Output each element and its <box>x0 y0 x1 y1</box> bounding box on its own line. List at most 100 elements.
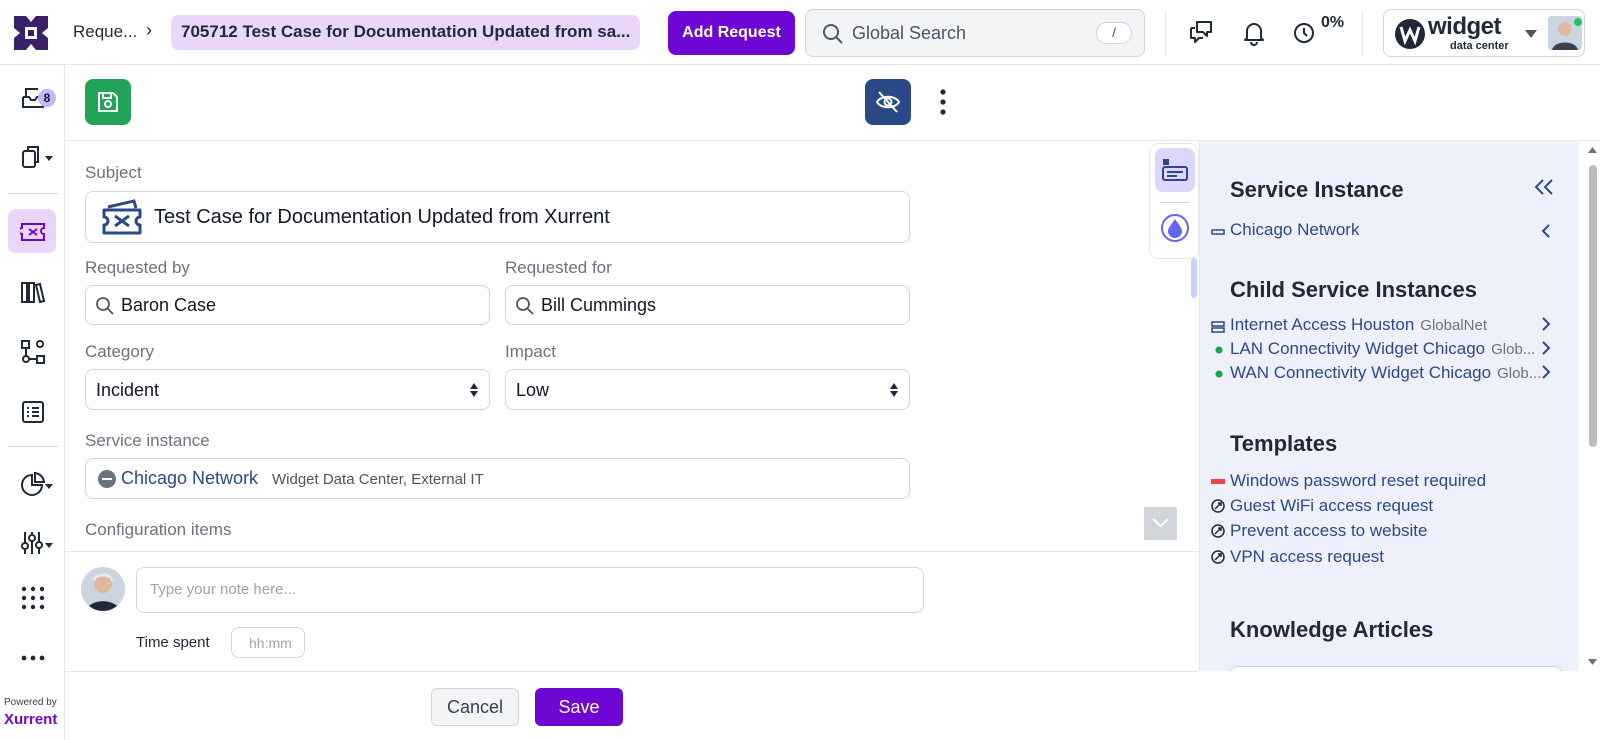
ai-drop-icon[interactable] <box>1160 213 1190 243</box>
search-placeholder: Global Search <box>852 23 967 43</box>
chevron-right-icon[interactable] <box>1541 364 1551 380</box>
account-brand: widget <box>1428 13 1502 40</box>
subject-field[interactable]: Test Case for Documentation Updated from… <box>85 191 910 243</box>
search-shortcut-hint: / <box>1096 22 1132 44</box>
knowledge-articles-heading: Knowledge Articles <box>1230 617 1434 642</box>
breadcrumb-current-request: 705712 Test Case for Documentation Updat… <box>171 15 640 50</box>
settings-sliders-icon <box>21 532 53 554</box>
child-service-sub: Glob... <box>1491 341 1536 358</box>
template-item[interactable]: Guest WiFi access request <box>1230 496 1433 516</box>
toggle-visibility-button[interactable] <box>865 79 911 125</box>
scrollbar-thumb[interactable] <box>1589 165 1597 447</box>
scroll-down-button[interactable] <box>1144 507 1177 540</box>
scroll-down-icon[interactable] <box>1588 659 1597 665</box>
search-icon <box>96 297 114 315</box>
pie-chart-icon <box>21 471 53 496</box>
form-scrollbar[interactable] <box>1191 258 1197 298</box>
time-spent-label: Time spent <box>136 634 210 651</box>
panel-scrollbar[interactable] <box>1585 141 1600 671</box>
more-horizontal-icon <box>21 655 45 661</box>
impact-label: Impact <box>505 342 557 361</box>
rail-details-button[interactable] <box>1155 148 1195 192</box>
note-input[interactable]: Type your note here... <box>136 567 924 613</box>
time-spent-input[interactable]: hh:mm <box>231 627 305 658</box>
feedback-icon[interactable] <box>1187 18 1215 46</box>
template-item[interactable]: Prevent access to website <box>1230 521 1427 541</box>
save-icon <box>98 92 118 112</box>
template-icon <box>1211 550 1225 564</box>
avatar <box>81 567 125 611</box>
divider <box>1362 10 1363 56</box>
account-switcher[interactable]: widget data center <box>1383 9 1585 57</box>
request-form: Subject Test Case for Documentation Upda… <box>65 141 1199 551</box>
category-value: Incident <box>96 380 160 400</box>
nav-documents[interactable] <box>8 135 56 179</box>
template-icon <box>1211 499 1225 513</box>
panel-service-instance-link[interactable]: Chicago Network <box>1230 220 1359 240</box>
nav-more[interactable] <box>8 635 56 679</box>
chevron-left-icon[interactable] <box>1541 223 1551 239</box>
child-service-name: Internet Access Houston <box>1230 315 1415 334</box>
service-status-icon <box>98 470 116 488</box>
powered-by-label: Powered by <box>4 697 57 708</box>
breadcrumb-requests[interactable]: Reque... <box>73 22 137 42</box>
details-card-icon <box>1162 159 1188 181</box>
templates-heading: Templates <box>1230 431 1338 456</box>
global-search-input[interactable]: Global Search / <box>805 9 1145 57</box>
chevron-right-icon[interactable] <box>1541 316 1551 332</box>
nav-apps[interactable] <box>8 575 56 619</box>
chevron-right-icon: › <box>146 20 152 40</box>
bell-icon[interactable] <box>1240 18 1268 46</box>
status-dot-icon <box>1215 346 1223 354</box>
template-item[interactable]: VPN access request <box>1230 547 1384 567</box>
nav-settings[interactable] <box>8 520 56 564</box>
service-instance-value[interactable]: Chicago Network <box>121 468 258 489</box>
nav-analytics[interactable] <box>8 461 56 505</box>
child-service-item[interactable]: LAN Connectivity Widget Chicago Glob... <box>1230 339 1535 359</box>
requested-by-label: Requested by <box>85 258 190 277</box>
context-panel: Service Instance Chicago Network Child S… <box>1199 141 1579 671</box>
impact-select[interactable]: Low <box>505 369 910 410</box>
ticket-icon <box>102 199 142 235</box>
child-service-instances-heading: Child Service Instances <box>1230 277 1477 302</box>
scroll-up-icon[interactable] <box>1588 147 1597 153</box>
add-request-button[interactable]: Add Request <box>668 11 795 55</box>
template-red-icon <box>1211 479 1225 484</box>
child-service-item[interactable]: WAN Connectivity Widget Chicago Glob... <box>1230 363 1541 383</box>
timer-icon[interactable] <box>1291 18 1319 46</box>
select-arrows-icon <box>470 383 478 397</box>
xurrent-brand[interactable]: Xurrent <box>4 711 57 728</box>
cancel-button[interactable]: Cancel <box>431 688 519 726</box>
search-icon <box>516 297 534 315</box>
double-chevron-left-icon[interactable] <box>1533 177 1555 197</box>
timer-progress: 0% <box>1321 14 1345 31</box>
record-toolbar <box>65 65 1600 141</box>
requested-by-field[interactable]: Baron Case <box>85 285 490 325</box>
divider <box>1160 202 1190 203</box>
nav-knowledge[interactable] <box>8 269 56 313</box>
nav-workflows[interactable] <box>8 329 56 373</box>
more-vertical-icon[interactable] <box>933 87 953 117</box>
nav-inbox[interactable]: 8 <box>8 75 56 119</box>
left-navigation: 8 <box>0 65 65 740</box>
requested-for-label: Requested for <box>505 258 612 277</box>
save-record-button[interactable] <box>85 79 131 125</box>
save-button[interactable]: Save <box>535 688 623 726</box>
requested-for-field[interactable]: Bill Cummings <box>505 285 910 325</box>
caret-down-icon <box>1525 30 1537 38</box>
ticket-icon <box>20 223 45 241</box>
divider <box>8 193 58 194</box>
service-instance-field[interactable]: Chicago Network Widget Data Center, Exte… <box>85 458 910 499</box>
chevron-right-icon[interactable] <box>1541 340 1551 356</box>
nav-lists[interactable] <box>8 389 56 433</box>
nav-requests[interactable] <box>8 209 56 253</box>
documents-icon <box>22 146 53 168</box>
server-icon <box>1211 321 1225 333</box>
knowledge-search-field[interactable] <box>1230 666 1562 671</box>
xurrent-logo-icon[interactable] <box>12 14 50 52</box>
requested-by-value: Baron Case <box>121 295 217 315</box>
category-select[interactable]: Incident <box>85 369 490 410</box>
child-service-name: LAN Connectivity Widget Chicago <box>1230 339 1486 358</box>
template-item[interactable]: Windows password reset required <box>1230 471 1486 491</box>
child-service-item[interactable]: Internet Access Houston GlobalNet <box>1230 315 1487 335</box>
